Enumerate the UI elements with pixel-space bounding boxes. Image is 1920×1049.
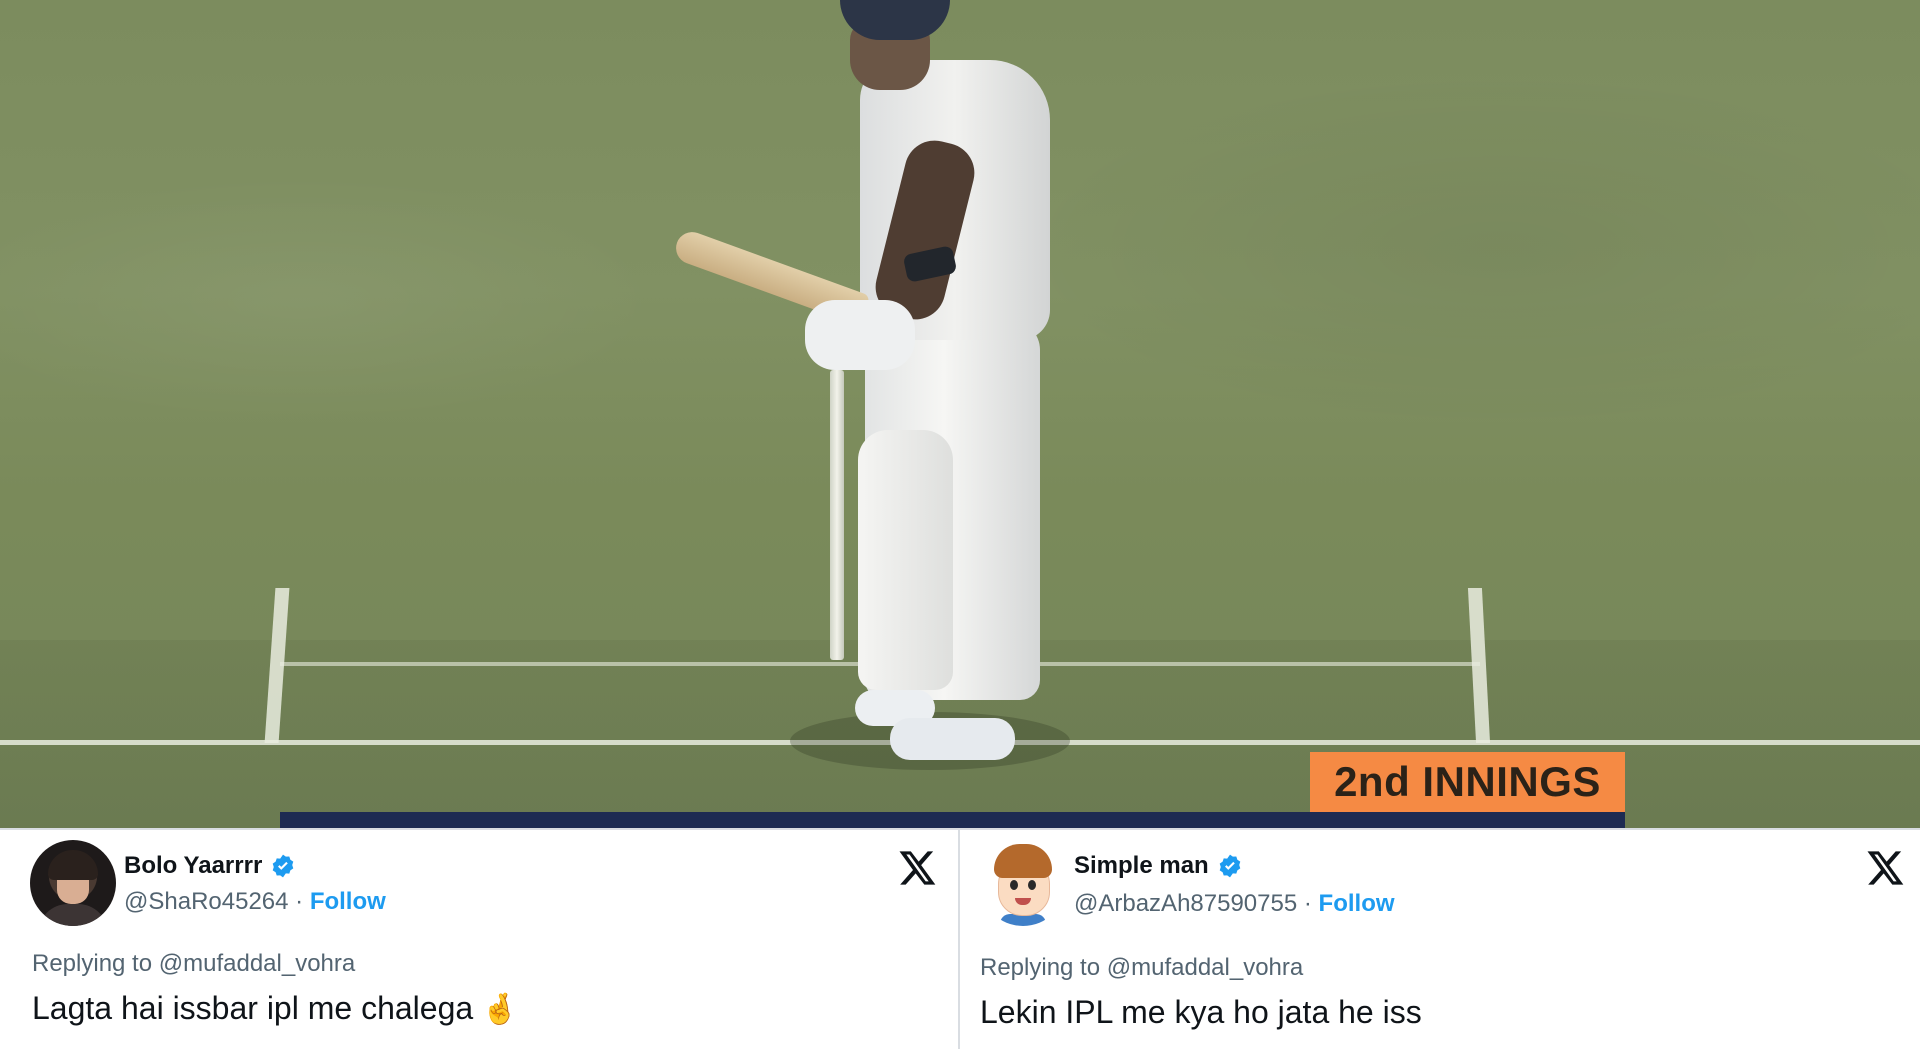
- tweet-card[interactable]: Bolo Yaarrrr @ShaRo45264 · Follow Replyi…: [0, 828, 960, 1049]
- user-handle[interactable]: @ShaRo45264: [124, 888, 288, 915]
- follow-button[interactable]: Follow: [310, 888, 386, 915]
- batsman-figure: [640, 0, 1080, 770]
- x-logo-icon[interactable]: [1866, 848, 1906, 888]
- replying-to-line: Replying to @mufaddal_vohra: [980, 954, 1303, 982]
- author-row: Bolo Yaarrrr: [124, 852, 296, 880]
- handle-row: @ArbazAh87590755 · Follow: [1074, 890, 1395, 918]
- separator-dot: ·: [288, 888, 310, 915]
- tweet-text: Lekin IPL me kya ho jata he iss: [980, 994, 1422, 1030]
- verified-badge-icon: [273, 854, 294, 878]
- reply-mention-link[interactable]: @mufaddal_vohra: [159, 950, 355, 977]
- handle-row: @ShaRo45264 · Follow: [124, 888, 386, 916]
- replying-prefix: Replying to: [32, 950, 153, 977]
- author-row: Simple man: [1074, 852, 1243, 880]
- display-name[interactable]: Simple man: [1074, 852, 1209, 880]
- reply-mention-link[interactable]: @mufaddal_vohra: [1107, 954, 1303, 981]
- photo-avatar[interactable]: [30, 840, 116, 926]
- innings-badge: 2nd INNINGS: [1310, 752, 1625, 812]
- cricket-broadcast-image: 2nd INNINGS: [0, 0, 1920, 830]
- follow-button[interactable]: Follow: [1319, 890, 1395, 917]
- tweet-body: Lagta hai issbar ipl me chalega 🤞: [32, 990, 519, 1027]
- cartoon-boy-avatar[interactable]: [980, 840, 1066, 926]
- tweet-body: Lekin IPL me kya ho jata he iss: [980, 994, 1422, 1031]
- x-logo-icon[interactable]: [898, 848, 938, 888]
- verified-badge-icon: [1219, 854, 1241, 878]
- separator-dot: ·: [1297, 890, 1319, 917]
- user-handle[interactable]: @ArbazAh87590755: [1074, 890, 1297, 917]
- tweet-text: Lagta hai issbar ipl me chalega: [32, 990, 474, 1026]
- replying-prefix: Replying to: [980, 954, 1101, 981]
- tweet-card[interactable]: Simple man @ArbazAh87590755 · Follow Rep…: [960, 828, 1920, 1049]
- display-name[interactable]: Bolo Yaarrrr: [124, 852, 262, 880]
- crossed-fingers-icon: 🤞: [481, 993, 519, 1026]
- replying-to-line: Replying to @mufaddal_vohra: [32, 950, 355, 978]
